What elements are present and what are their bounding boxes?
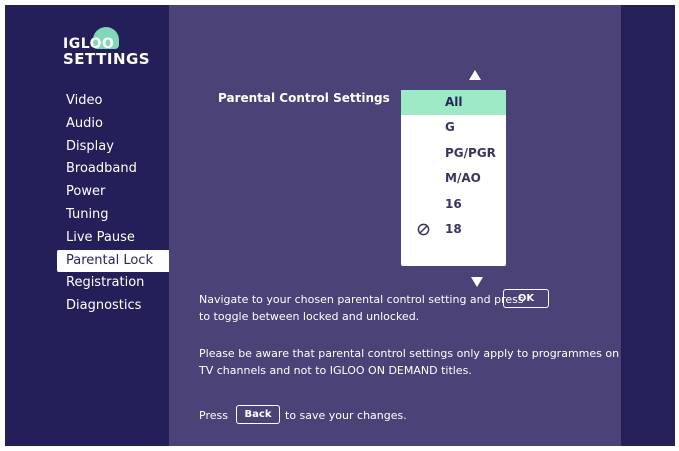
ok-key-button[interactable]: OK xyxy=(503,289,549,308)
menu-item-live-pause[interactable]: Live Pause xyxy=(57,227,170,250)
note-text-line2: TV channels and not to IGLOO ON DEMAND t… xyxy=(199,364,472,377)
rating-label: 16 xyxy=(445,196,462,211)
menu-item-tuning[interactable]: Tuning xyxy=(57,204,170,227)
rating-label: 18 xyxy=(445,221,462,236)
menu-item-parental-lock[interactable]: Parental Lock xyxy=(57,249,170,273)
menu-item-broadband[interactable]: Broadband xyxy=(57,158,170,181)
menu-item-registration[interactable]: Registration xyxy=(57,272,170,295)
menu-item-video[interactable]: Video xyxy=(57,90,170,113)
rating-item-all[interactable]: All xyxy=(401,90,506,116)
menu-item-diagnostics[interactable]: Diagnostics xyxy=(57,295,170,318)
back-key-button[interactable]: Back xyxy=(236,405,280,424)
rating-label: PG/PGR xyxy=(445,145,496,160)
rating-label: All xyxy=(445,95,463,109)
rating-item-m-ao[interactable]: M/AO xyxy=(401,166,506,191)
locked-icon xyxy=(417,223,430,236)
rating-item-g[interactable]: G xyxy=(401,115,506,140)
rating-label: G xyxy=(445,120,455,135)
rating-label: M/AO xyxy=(445,171,481,186)
save-changes-text: to save your changes. xyxy=(285,409,407,422)
instruction-text-line1: Navigate to your chosen parental control… xyxy=(199,293,524,306)
menu-item-audio[interactable]: Audio xyxy=(57,113,170,136)
rating-list: All G PG/PGR M/AO 16 18 xyxy=(401,90,506,266)
menu-item-power[interactable]: Power xyxy=(57,181,170,204)
parental-control-panel: Parental Control Settings All G PG/PGR M… xyxy=(169,5,621,446)
igloo-logo: IGLOO SETTINGS xyxy=(63,23,153,73)
tv-screen: IGLOO SETTINGS Video Audio Display Broad… xyxy=(5,5,675,446)
settings-menu: Video Audio Display Broadband Power Tuni… xyxy=(57,90,170,318)
rating-item-18[interactable]: 18 xyxy=(401,217,506,242)
down-arrow-icon[interactable] xyxy=(471,277,483,287)
right-border-strip xyxy=(621,5,675,446)
note-text-line1: Please be aware that parental control se… xyxy=(199,347,620,360)
page-title: Parental Control Settings xyxy=(218,91,390,105)
up-arrow-icon[interactable] xyxy=(469,70,481,80)
press-label: Press xyxy=(199,409,228,422)
settings-sidebar: IGLOO SETTINGS Video Audio Display Broad… xyxy=(5,5,170,446)
instruction-text-line2: to toggle between locked and unlocked. xyxy=(199,310,420,323)
logo-line2: SETTINGS xyxy=(63,50,151,68)
rating-item-pg-pgr[interactable]: PG/PGR xyxy=(401,141,506,166)
rating-item-16[interactable]: 16 xyxy=(401,192,506,217)
menu-item-display[interactable]: Display xyxy=(57,136,170,159)
